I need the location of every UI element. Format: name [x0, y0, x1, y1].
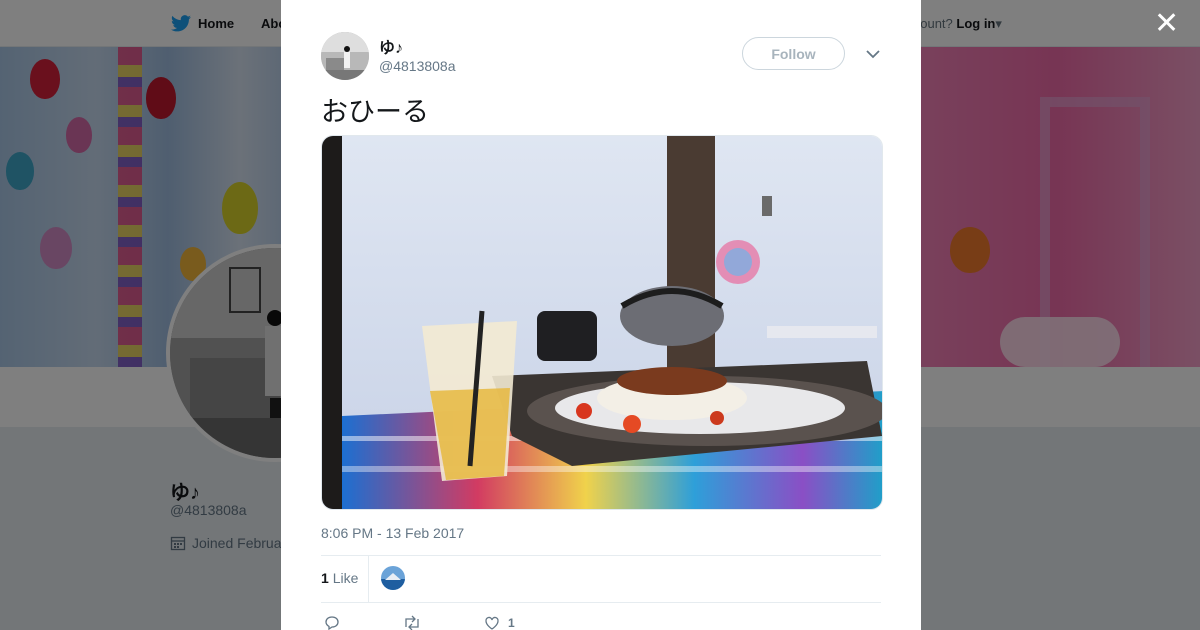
- stats-divider: [368, 556, 369, 602]
- close-icon[interactable]: ✕: [1154, 9, 1179, 39]
- tweet-author-name[interactable]: ゆ♪: [379, 34, 403, 58]
- retweet-icon: [405, 615, 419, 630]
- like-word: Like: [332, 570, 359, 586]
- tweet-modal: ゆ♪ @4813808a Follow おひーる 8:06 PM - 13 Fe…: [281, 0, 921, 630]
- liker-avatar[interactable]: [381, 566, 405, 590]
- retweet-button[interactable]: [403, 615, 421, 630]
- like-action-count: 1: [508, 616, 515, 630]
- tweet-author-handle[interactable]: @4813808a: [379, 58, 456, 74]
- heart-icon: [485, 616, 499, 630]
- like-button[interactable]: 1: [484, 615, 515, 630]
- follow-button[interactable]: Follow: [742, 37, 845, 70]
- tweet-photo[interactable]: [321, 135, 883, 510]
- like-count[interactable]: 1 Like: [321, 570, 358, 586]
- tweet-text: おひーる: [321, 97, 429, 128]
- chevron-down-icon[interactable]: [863, 44, 883, 64]
- reply-icon: [325, 616, 339, 630]
- tweet-timestamp[interactable]: 8:06 PM - 13 Feb 2017: [321, 525, 464, 541]
- tweet-author-avatar[interactable]: [321, 32, 369, 80]
- like-count-number: 1: [321, 570, 329, 586]
- divider-top: [321, 555, 881, 556]
- reply-button[interactable]: [324, 615, 340, 630]
- divider-bottom: [321, 602, 881, 603]
